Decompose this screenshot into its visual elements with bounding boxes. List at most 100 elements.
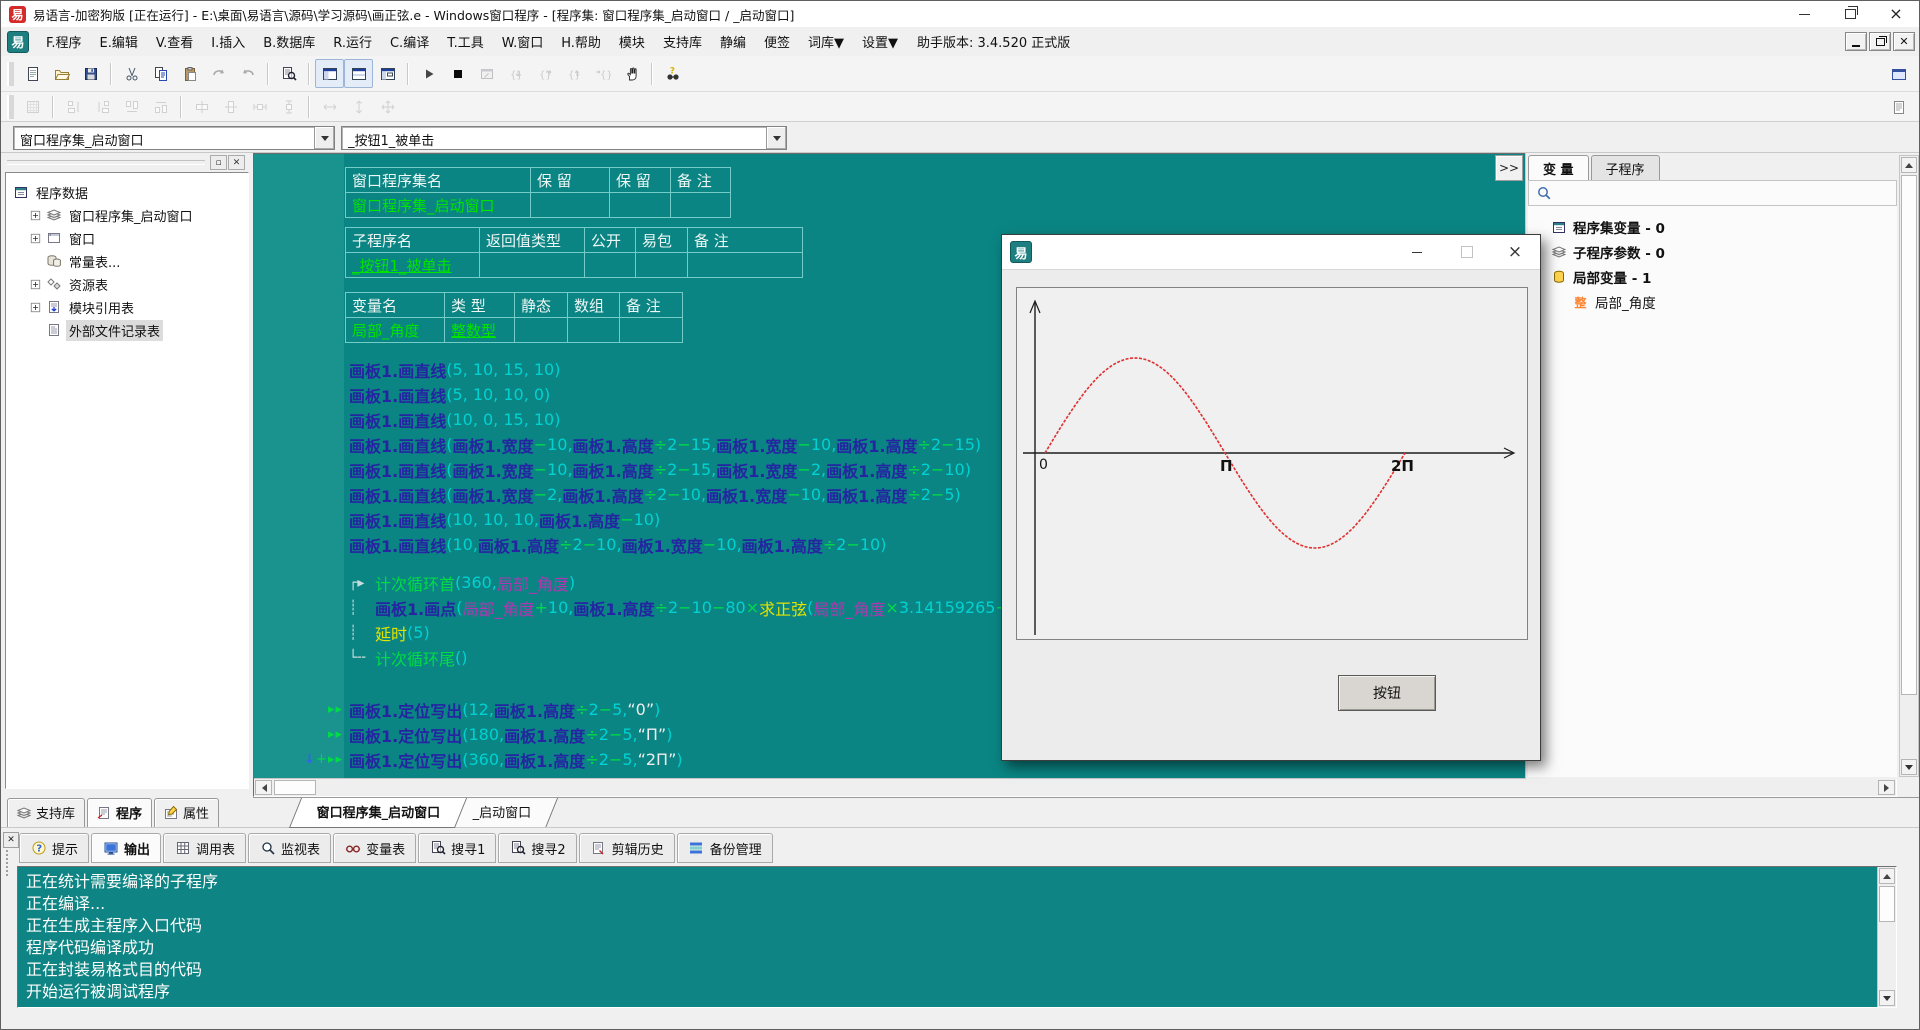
paste-button[interactable]	[175, 59, 204, 88]
win-form-button[interactable]	[373, 59, 402, 88]
table-value-cell[interactable]: _按钮1_被单击	[346, 253, 480, 278]
table-value-cell[interactable]: 窗口程序集_启动窗口	[346, 193, 531, 218]
file-tab-0[interactable]: 窗口程序集_启动窗口	[289, 798, 467, 828]
menu-item-7[interactable]: T.工具	[438, 28, 493, 55]
undo-button[interactable]	[233, 59, 262, 88]
panel-drag-handle[interactable]	[7, 160, 205, 165]
editor-horizontal-scrollbar[interactable]	[254, 778, 1896, 796]
run-to-cursor-button[interactable]: {}	[588, 59, 617, 88]
dock-tab-调用表[interactable]: 调用表	[163, 833, 246, 863]
program-minimize-button[interactable]	[1400, 235, 1434, 269]
expand-plus-icon[interactable]	[30, 302, 41, 313]
menu-item-9[interactable]: H.帮助	[552, 28, 610, 55]
combo-dropdown-button[interactable]	[314, 127, 334, 149]
form-toolbar-grip[interactable]	[7, 95, 14, 119]
same-height-button[interactable]	[344, 92, 373, 121]
scrollbar-thumb[interactable]	[1901, 175, 1917, 695]
tree-item-6[interactable]: 外部文件记录表	[30, 319, 163, 341]
menu-item-15[interactable]: 设置▼	[853, 28, 907, 55]
notes-button[interactable]	[1884, 92, 1913, 121]
menu-item-8[interactable]: W.窗口	[493, 28, 553, 55]
variables-scrollbar[interactable]	[1899, 155, 1919, 777]
program-maximize-button[interactable]	[1450, 235, 1484, 269]
new-file-button[interactable]	[18, 59, 47, 88]
program-button[interactable]: 按钮	[1338, 675, 1436, 711]
redo-button[interactable]	[204, 59, 233, 88]
scroll-down-button[interactable]	[1901, 759, 1917, 775]
table-value-cell[interactable]: 局部_角度	[346, 318, 445, 343]
table-value-cell[interactable]	[610, 193, 671, 218]
tree-item-1[interactable]: 窗口程序集_启动窗口	[30, 204, 196, 226]
close-button[interactable]: ×	[1873, 1, 1919, 27]
expand-plus-icon[interactable]	[30, 210, 41, 221]
win-code-button[interactable]	[344, 59, 373, 88]
help-find-button[interactable]: ?	[658, 59, 687, 88]
dock-close-button[interactable]: ✕	[3, 832, 19, 848]
table-value-cell[interactable]	[480, 253, 585, 278]
variable-tree-item-1[interactable]: 子程序参数 - 0	[1550, 239, 1665, 264]
debug-window-button[interactable]	[472, 59, 501, 88]
same-size-button[interactable]	[373, 92, 402, 121]
left-tab-程序[interactable]: 程序	[87, 798, 152, 827]
menu-item-5[interactable]: R.运行	[324, 28, 381, 55]
toolbox-window-button[interactable]	[1884, 59, 1913, 88]
scroll-up-button[interactable]	[1879, 868, 1895, 884]
scroll-left-button[interactable]	[255, 780, 272, 795]
table-value-cell[interactable]	[636, 253, 688, 278]
save-button[interactable]	[76, 59, 105, 88]
scroll-right-button[interactable]	[1878, 780, 1895, 795]
variables-tab-1[interactable]: 子程序	[1591, 155, 1660, 180]
copy-button[interactable]	[146, 59, 175, 88]
scroll-up-button[interactable]	[1901, 157, 1917, 173]
dock-tab-备份管理[interactable]: 备份管理	[677, 833, 773, 863]
step-over-button[interactable]: {}	[530, 59, 559, 88]
align-right-button[interactable]	[88, 92, 117, 121]
form-grid-button[interactable]	[18, 92, 47, 121]
program-close-button[interactable]: ×	[1498, 235, 1532, 269]
step-out-button[interactable]: {}	[559, 59, 588, 88]
variable-tree-item-0[interactable]: 程序集变量 - 0	[1550, 214, 1665, 239]
table-value-cell[interactable]	[671, 193, 731, 218]
dock-tab-变量表[interactable]: 变量表	[333, 833, 416, 863]
menu-item-13[interactable]: 便签	[755, 28, 799, 55]
space-down-button[interactable]	[274, 92, 303, 121]
mdi-close-button[interactable]: ✕	[1893, 32, 1915, 51]
table-value-cell[interactable]	[568, 318, 620, 343]
running-program-window[interactable]: 易 × 0Π2Π 按钮	[1001, 234, 1541, 761]
stop-button[interactable]	[443, 59, 472, 88]
table-value-cell[interactable]	[515, 318, 568, 343]
left-tab-属性[interactable]: 属性	[154, 798, 219, 827]
menu-item-10[interactable]: 模块	[610, 28, 654, 55]
menu-item-6[interactable]: C.编译	[381, 28, 438, 55]
panel-float-button[interactable]: ▫	[210, 155, 227, 170]
panel-collapse-button[interactable]: >>	[1495, 155, 1523, 181]
mdi-minimize-button[interactable]	[1845, 32, 1867, 51]
space-across-button[interactable]	[245, 92, 274, 121]
scrollbar-thumb[interactable]	[274, 780, 316, 795]
menu-item-14[interactable]: 词库▼	[799, 28, 853, 55]
combo-dropdown-button[interactable]	[766, 127, 786, 149]
menu-item-12[interactable]: 静编	[711, 28, 755, 55]
align-left-button[interactable]	[59, 92, 88, 121]
dock-tab-提示[interactable]: ?提示	[19, 833, 89, 863]
compiler-output[interactable]: 正在统计需要编译的子程序正在编译...正在生成主程序入口代码程序代码编译成功正在…	[17, 866, 1897, 1008]
table-value-cell[interactable]	[531, 193, 610, 218]
minimize-button[interactable]	[1781, 1, 1827, 27]
variable-search-box[interactable]	[1528, 180, 1897, 206]
table-value-cell[interactable]: 整数型	[445, 318, 515, 343]
dock-tab-搜寻1[interactable]: 搜寻1	[418, 833, 496, 863]
center-vertical-button[interactable]	[216, 92, 245, 121]
variable-tree-item-3[interactable]: 整局部_角度	[1572, 289, 1656, 314]
expand-plus-icon[interactable]	[30, 233, 41, 244]
menu-item-4[interactable]: B.数据库	[254, 28, 324, 55]
find-button[interactable]	[274, 59, 303, 88]
center-horizontal-button[interactable]	[187, 92, 216, 121]
panel-close-button[interactable]: ✕	[228, 155, 245, 170]
main-toolbar-grip[interactable]	[7, 62, 14, 86]
menu-item-11[interactable]: 支持库	[654, 28, 711, 55]
open-file-button[interactable]	[47, 59, 76, 88]
menu-item-1[interactable]: E.编辑	[91, 28, 147, 55]
variables-tab-0[interactable]: 变 量	[1528, 155, 1589, 180]
tree-item-0[interactable]: 程序数据	[12, 181, 91, 203]
tree-item-4[interactable]: 资源表	[30, 273, 111, 295]
